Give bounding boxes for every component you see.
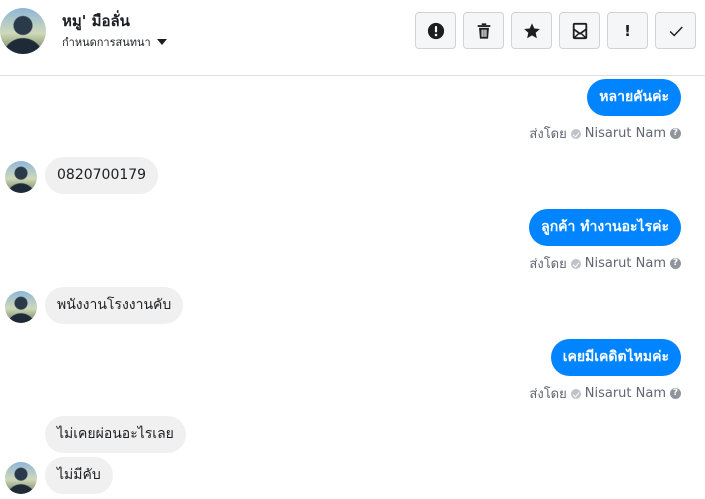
conversation-toolbar: ! [415,12,696,49]
sender-name[interactable]: Nisarut Nam [585,386,666,401]
sent-by-label: ส่งโดย [529,387,567,402]
incoming-message[interactable]: 0820700179 [45,157,159,194]
seen-check-icon [570,388,581,399]
delete-button[interactable] [463,12,504,49]
mark-done-button[interactable] [655,12,696,49]
mark-spam-button[interactable] [415,12,456,49]
contact-avatar-small[interactable] [5,462,37,494]
sender-name[interactable]: Nisarut Nam [585,126,666,141]
conversation-settings-dropdown[interactable]: กำหนดการสนทนา [62,33,167,51]
sent-by-line: ส่งโดย Nisarut Nam ? [529,383,681,404]
alert-circle-icon [427,22,444,39]
follow-up-button[interactable]: ! [607,12,648,49]
outgoing-message[interactable]: หลายคันค่ะ [587,79,681,116]
sender-name[interactable]: Nisarut Nam [585,256,666,271]
trash-icon [477,22,490,39]
sent-by-line: ส่งโดย Nisarut Nam ? [529,123,681,144]
outgoing-message[interactable]: เคยมีเคดิตไหมค่ะ [550,339,681,376]
check-icon [669,25,683,37]
incoming-message[interactable]: ไม่เคยผ่อนอะไรเลย [45,416,186,453]
contact-avatar[interactable] [0,8,46,54]
incoming-message[interactable]: พนังงานโรงงานคับ [45,287,184,324]
seen-check-icon [570,258,581,269]
contact-avatar-small[interactable] [5,291,37,323]
contact-avatar-small[interactable] [5,161,37,193]
sent-by-line: ส่งโดย Nisarut Nam ? [529,253,681,274]
caret-down-icon [156,39,167,45]
star-button[interactable] [511,12,552,49]
conversation-settings-label: กำหนดการสนทนา [62,36,151,49]
incoming-message[interactable]: ไม่มีคับ [45,457,113,494]
sent-by-label: ส่งโดย [529,257,567,272]
help-icon[interactable]: ? [670,258,681,269]
outgoing-message[interactable]: ลูกค้า ทำงานอะไรค่ะ [529,209,681,246]
help-icon[interactable]: ? [670,128,681,139]
seen-check-icon [570,128,581,139]
conversation-header: หมู' มือลั่น กำหนดการสนทนา ! [0,0,705,76]
star-icon [523,22,540,38]
sent-by-label: ส่งโดย [529,127,567,142]
envelope-icon [572,22,587,39]
exclamation-icon: ! [624,21,631,40]
contact-name[interactable]: หมู' มือลั่น [62,9,130,33]
help-icon[interactable]: ? [670,388,681,399]
mark-unread-button[interactable] [559,12,600,49]
